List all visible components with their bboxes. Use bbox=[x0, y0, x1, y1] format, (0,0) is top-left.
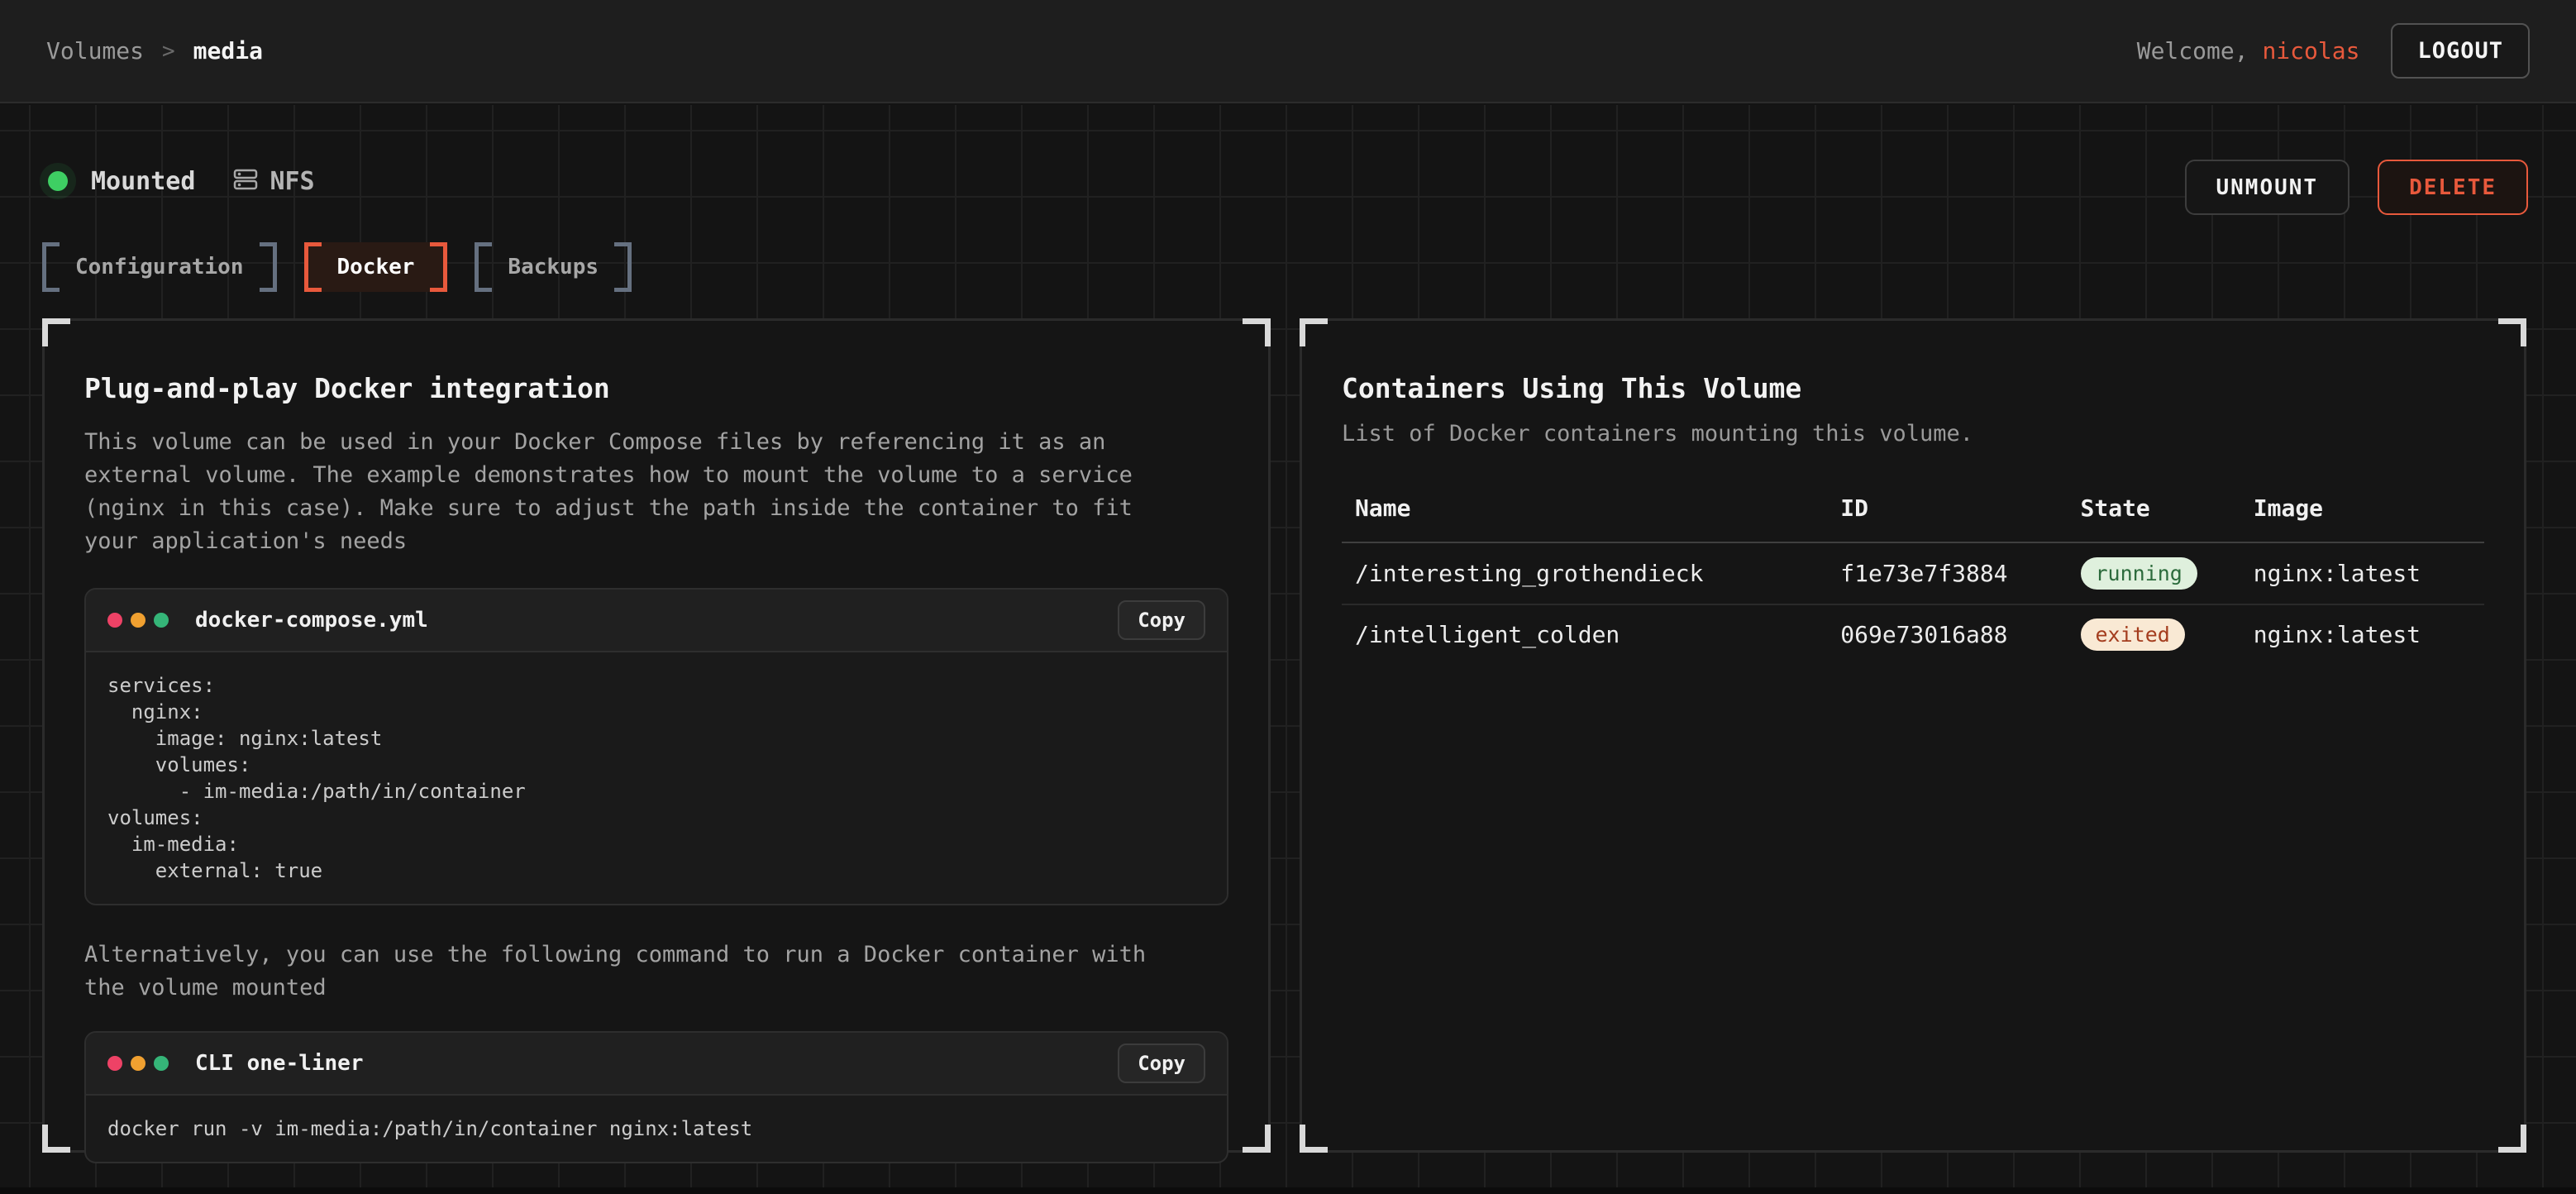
panel-corner-bracket-icon bbox=[1300, 1125, 1328, 1153]
container-id: f1e73e7f3884 bbox=[1840, 560, 2080, 587]
cli-alternative-text: Alternatively, you can use the following… bbox=[84, 938, 1159, 1005]
panel-corner-bracket-icon bbox=[1243, 1125, 1271, 1153]
green-dot-icon bbox=[154, 1056, 169, 1071]
red-dot-icon bbox=[107, 613, 122, 628]
panel-corner-bracket-icon bbox=[42, 318, 70, 346]
unmount-button[interactable]: UNMOUNT bbox=[2185, 160, 2350, 215]
panel-corner-bracket-icon bbox=[2498, 1125, 2526, 1153]
delete-button[interactable]: DELETE bbox=[2378, 160, 2528, 215]
containers-table: Name ID State Image /interesting_grothen… bbox=[1342, 494, 2484, 664]
table-row: /intelligent_colden 069e73016a88 exited … bbox=[1342, 604, 2484, 664]
panel-corner-bracket-icon bbox=[42, 1125, 70, 1153]
tab-configuration[interactable]: Configuration bbox=[42, 242, 277, 292]
docker-panel-description: This volume can be used in your Docker C… bbox=[84, 426, 1159, 558]
volume-status-row: Mounted NFS bbox=[48, 156, 315, 206]
tab-bar: Configuration Docker Backups bbox=[42, 242, 632, 292]
server-icon bbox=[233, 167, 258, 195]
breadcrumb: Volumes > media bbox=[46, 37, 263, 64]
column-header-name: Name bbox=[1355, 494, 1840, 522]
amber-dot-icon bbox=[131, 1056, 145, 1071]
container-state-badge: running bbox=[2081, 557, 2197, 590]
containers-table-header: Name ID State Image bbox=[1342, 494, 2484, 543]
panel-corner-bracket-icon bbox=[1243, 318, 1271, 346]
footer-strip bbox=[0, 1187, 2576, 1194]
mounted-status-dot-icon bbox=[48, 171, 68, 191]
table-row: /interesting_grothendieck f1e73e7f3884 r… bbox=[1342, 543, 2484, 604]
containers-panel-subtitle: List of Docker containers mounting this … bbox=[1342, 421, 2484, 447]
compose-code-header: docker-compose.yml Copy bbox=[86, 590, 1227, 652]
panel-corner-bracket-icon bbox=[1300, 318, 1328, 346]
logout-button[interactable]: LOGOUT bbox=[2391, 23, 2530, 79]
breadcrumb-current-volume: media bbox=[193, 37, 263, 64]
docker-integration-panel: Plug-and-play Docker integration This vo… bbox=[42, 318, 1271, 1153]
cli-code-block: CLI one-liner Copy docker run -v im-medi… bbox=[84, 1031, 1228, 1163]
column-header-state: State bbox=[2081, 494, 2254, 522]
red-dot-icon bbox=[107, 1056, 122, 1071]
amber-dot-icon bbox=[131, 613, 145, 628]
cli-code-header: CLI one-liner Copy bbox=[86, 1033, 1227, 1096]
breadcrumb-volumes-link[interactable]: Volumes bbox=[46, 37, 144, 64]
tab-docker[interactable]: Docker bbox=[304, 242, 448, 292]
compose-code-block: docker-compose.yml Copy services: nginx:… bbox=[84, 588, 1228, 905]
volume-actions: UNMOUNT DELETE bbox=[2185, 160, 2529, 215]
container-state-badge: exited bbox=[2081, 618, 2185, 651]
driver-group: NFS bbox=[233, 167, 314, 196]
welcome-label: Welcome, bbox=[2137, 37, 2249, 64]
cli-copy-button[interactable]: Copy bbox=[1118, 1044, 1205, 1083]
container-name: /intelligent_colden bbox=[1355, 621, 1840, 648]
username: nicolas bbox=[2262, 37, 2359, 64]
window-dots-icon bbox=[107, 1056, 169, 1071]
container-image: nginx:latest bbox=[2254, 560, 2471, 587]
containers-panel-title: Containers Using This Volume bbox=[1342, 372, 2484, 404]
main-content: Mounted NFS UNMOUNT DELETE Configuration… bbox=[0, 105, 2576, 1194]
compose-code-content: services: nginx: image: nginx:latest vol… bbox=[86, 652, 1227, 904]
compose-filename: docker-compose.yml bbox=[195, 608, 428, 633]
window-dots-icon bbox=[107, 613, 169, 628]
panel-corner-bracket-icon bbox=[2498, 318, 2526, 346]
panels-container: Plug-and-play Docker integration This vo… bbox=[42, 318, 2526, 1153]
topbar: Volumes > media Welcome, nicolas LOGOUT bbox=[0, 0, 2576, 103]
tab-backups[interactable]: Backups bbox=[475, 242, 632, 292]
welcome-text: Welcome, nicolas bbox=[2137, 37, 2360, 64]
docker-panel-title: Plug-and-play Docker integration bbox=[84, 372, 1228, 404]
cli-code-content: docker run -v im-media:/path/in/containe… bbox=[86, 1096, 1227, 1162]
green-dot-icon bbox=[154, 613, 169, 628]
driver-label: NFS bbox=[270, 167, 314, 196]
cli-title: CLI one-liner bbox=[195, 1051, 364, 1076]
topbar-right: Welcome, nicolas LOGOUT bbox=[2137, 23, 2530, 79]
compose-copy-button[interactable]: Copy bbox=[1118, 600, 1205, 640]
container-id: 069e73016a88 bbox=[1840, 621, 2080, 648]
container-image: nginx:latest bbox=[2254, 621, 2471, 648]
container-name: /interesting_grothendieck bbox=[1355, 560, 1840, 587]
column-header-id: ID bbox=[1840, 494, 2080, 522]
column-header-image: Image bbox=[2254, 494, 2471, 522]
containers-panel: Containers Using This Volume List of Doc… bbox=[1300, 318, 2526, 1153]
breadcrumb-separator-icon: > bbox=[162, 39, 175, 64]
mounted-status-label: Mounted bbox=[91, 167, 195, 196]
